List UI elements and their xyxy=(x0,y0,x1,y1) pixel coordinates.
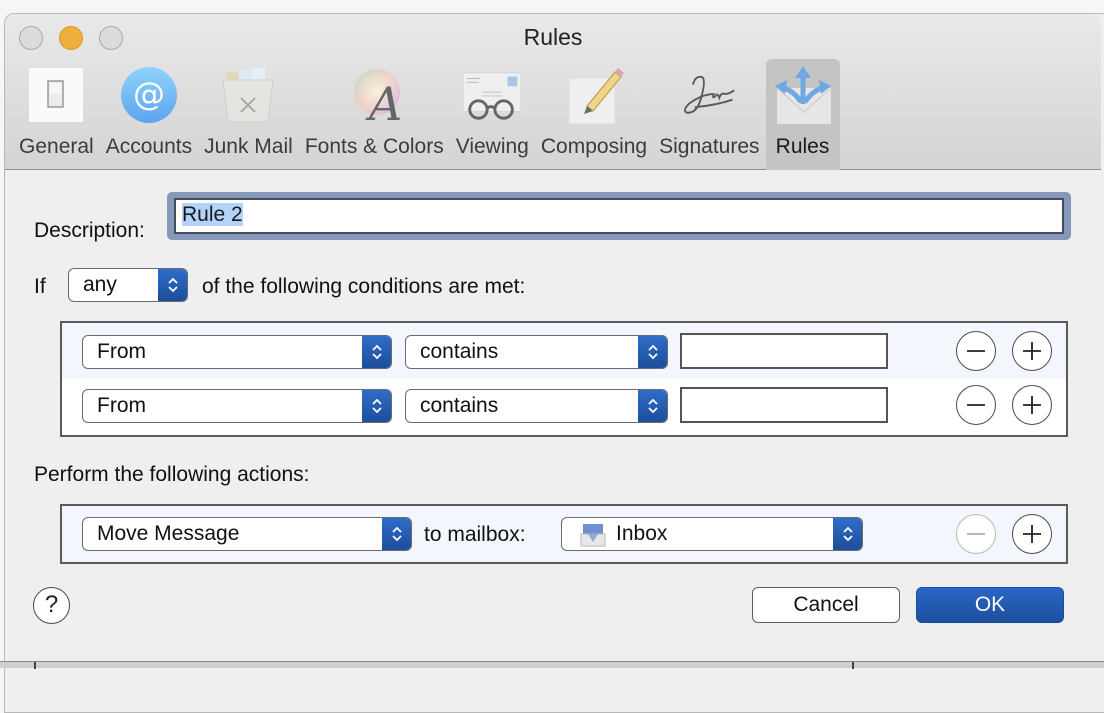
tab-rules[interactable]: Rules xyxy=(765,59,840,170)
minus-icon xyxy=(967,350,985,352)
description-input[interactable]: Rule 2 xyxy=(174,198,1064,234)
chevron-updown-icon xyxy=(382,518,411,550)
tab-label: Fonts & Colors xyxy=(304,135,444,158)
help-button[interactable]: ? xyxy=(33,587,70,624)
tab-junk-mail[interactable]: Junk Mail xyxy=(198,59,299,170)
at-sign-icon: @ xyxy=(118,65,180,125)
minus-icon xyxy=(967,404,985,406)
if-label: If xyxy=(34,275,46,298)
tab-label: Signatures xyxy=(659,135,760,158)
cancel-button[interactable]: Cancel xyxy=(752,587,900,623)
ok-button[interactable]: OK xyxy=(916,587,1064,623)
condition-2-value-input[interactable] xyxy=(680,387,888,423)
tab-label: Accounts xyxy=(105,135,193,158)
tab-label: General xyxy=(19,135,94,158)
tab-viewing[interactable]: Viewing xyxy=(450,59,535,170)
general-switch-icon xyxy=(25,65,87,125)
select-value: From xyxy=(97,340,146,363)
select-value: Inbox xyxy=(616,522,668,545)
tab-label: Viewing xyxy=(455,135,529,158)
chevron-updown-icon xyxy=(833,518,862,550)
tab-accounts[interactable]: @ Accounts xyxy=(100,59,198,170)
svg-text:A: A xyxy=(365,77,402,124)
tab-general[interactable]: General xyxy=(13,59,100,170)
tab-label: Composing xyxy=(540,135,648,158)
description-value: Rule 2 xyxy=(182,203,243,226)
remove-action-1-button[interactable] xyxy=(956,514,996,554)
conditions-list: From contains From contains xyxy=(60,321,1068,437)
to-mailbox-label: to mailbox: xyxy=(424,523,526,546)
tab-label: Rules xyxy=(775,135,830,158)
plus-icon xyxy=(1023,396,1041,414)
tab-composing[interactable]: Composing xyxy=(535,59,653,170)
svg-text:@: @ xyxy=(133,75,165,113)
action-1-mailbox-select[interactable]: Inbox xyxy=(561,517,863,551)
chevron-updown-icon xyxy=(362,336,391,368)
condition-1-operator-select[interactable]: contains xyxy=(405,335,668,369)
plus-icon xyxy=(1023,342,1041,360)
window-title: Rules xyxy=(523,24,583,50)
chevron-updown-icon xyxy=(638,390,667,422)
actions-list: Move Message to mailbox: Inbox xyxy=(60,504,1068,564)
tab-fonts-colors[interactable]: A Fonts & Colors xyxy=(299,59,450,170)
tab-label: Junk Mail xyxy=(204,135,293,158)
action-1-type-select[interactable]: Move Message xyxy=(82,517,412,551)
chevron-updown-icon xyxy=(362,390,391,422)
add-action-button[interactable] xyxy=(1012,514,1052,554)
glasses-envelope-icon xyxy=(461,65,523,125)
add-condition-after-2-button[interactable] xyxy=(1012,385,1052,425)
tab-signatures[interactable]: Signatures xyxy=(653,59,765,170)
rules-envelope-arrows-icon xyxy=(772,65,834,125)
remove-condition-2-button[interactable] xyxy=(956,385,996,425)
pencil-paper-icon xyxy=(563,65,625,125)
actions-label: Perform the following actions: xyxy=(34,463,310,486)
chevron-updown-icon xyxy=(158,269,187,301)
condition-2-operator-select[interactable]: contains xyxy=(405,389,668,423)
select-value: contains xyxy=(420,394,499,417)
preferences-toolbar: General @ Accounts Junk Mail A Fonts & C… xyxy=(13,59,840,170)
add-condition-after-1-button[interactable] xyxy=(1012,331,1052,371)
select-value: any xyxy=(83,273,117,296)
chevron-updown-icon xyxy=(638,336,667,368)
title-bar: Rules General @ Accounts Junk Mail A Fon… xyxy=(5,14,1101,170)
minus-icon xyxy=(967,533,985,535)
remove-condition-1-button[interactable] xyxy=(956,331,996,371)
rule-editor-sheet: Description: Rule 2 If any of the follow… xyxy=(0,157,1100,657)
match-any-all-select[interactable]: any xyxy=(68,268,188,302)
underlying-window-edge xyxy=(0,661,1104,669)
select-value: Move Message xyxy=(97,522,240,545)
select-value: contains xyxy=(420,340,499,363)
signature-icon xyxy=(678,65,740,125)
junk-trash-icon xyxy=(217,65,279,125)
font-color-wheel-icon: A xyxy=(343,65,405,125)
plus-icon xyxy=(1023,525,1041,543)
inbox-tray-icon xyxy=(580,522,606,550)
condition-2-field-select[interactable]: From xyxy=(82,389,392,423)
description-label: Description: xyxy=(34,219,145,242)
select-value: From xyxy=(97,394,146,417)
condition-1-value-input[interactable] xyxy=(680,333,888,369)
condition-1-field-select[interactable]: From xyxy=(82,335,392,369)
conditions-suffix-label: of the following conditions are met: xyxy=(202,275,526,298)
